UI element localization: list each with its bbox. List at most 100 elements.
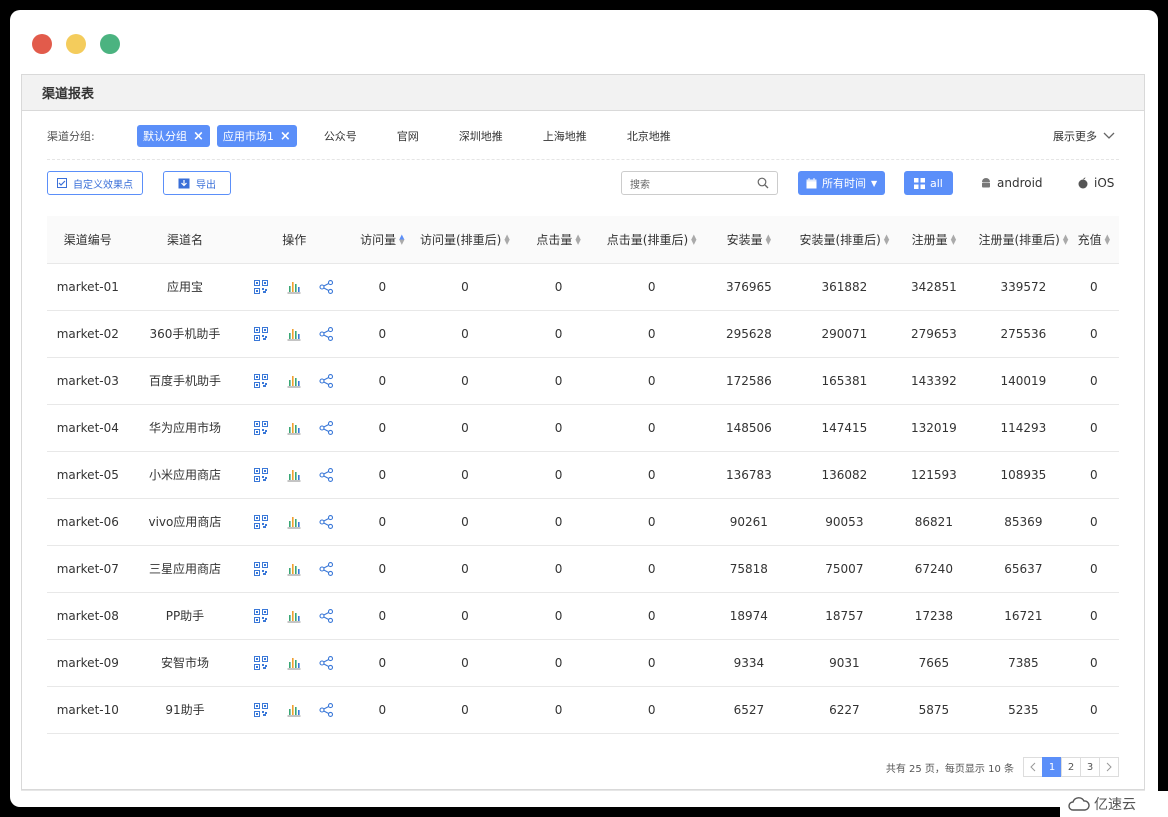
cell-recharge: 0 — [1068, 592, 1119, 640]
sort-icon[interactable]: ▲ ▼ — [1105, 234, 1110, 246]
cell-channel-id: market-03 — [47, 357, 129, 405]
maximize-window-button[interactable] — [100, 34, 120, 54]
qrcode-icon[interactable] — [254, 279, 269, 294]
bar-chart-icon[interactable] — [287, 468, 301, 482]
show-more-button[interactable]: 展示更多 — [1053, 124, 1115, 148]
download-icon — [178, 178, 190, 188]
qrcode-icon[interactable] — [254, 561, 269, 576]
cell-clicks-dedup: 0 — [604, 404, 699, 452]
share-icon[interactable] — [319, 608, 334, 623]
table-row: market-08 PP助手 0 0 0 0 18974 18757 17238 16721 0 — [47, 592, 1119, 640]
share-icon[interactable] — [319, 279, 334, 294]
col-header-label: 访问量(排重后) — [420, 232, 502, 247]
sort-icon[interactable]: ▲ ▼ — [951, 234, 956, 246]
cell-recharge: 0 — [1068, 404, 1119, 452]
qrcode-icon[interactable] — [254, 608, 269, 623]
group-option-website[interactable]: 官网 — [397, 128, 419, 144]
page-button-3[interactable]: 3 — [1080, 757, 1100, 777]
page-button-2[interactable]: 2 — [1061, 757, 1081, 777]
page-button-1[interactable]: 1 — [1042, 757, 1062, 777]
share-icon[interactable] — [319, 373, 334, 388]
bar-chart-icon[interactable] — [287, 562, 301, 576]
qrcode-icon[interactable] — [254, 467, 269, 482]
remove-tag-icon[interactable]: × — [280, 129, 291, 144]
cloud-logo-icon — [1068, 797, 1090, 811]
cell-visits: 0 — [347, 451, 418, 499]
sort-icon[interactable]: ▲ ▼ — [691, 234, 696, 246]
cell-channel-name: 华为应用市场 — [128, 404, 242, 452]
col-header-clicks-dedup[interactable]: 点击量(排重后) ▲ ▼ — [604, 216, 699, 264]
minimize-window-button[interactable] — [66, 34, 86, 54]
col-header-clicks[interactable]: 点击量 ▲ ▼ — [512, 216, 605, 264]
search-icon[interactable] — [757, 177, 769, 189]
prev-page-button[interactable] — [1023, 757, 1043, 777]
col-header-recharge[interactable]: 充值 ▲ ▼ — [1068, 216, 1119, 264]
cell-clicks-dedup: 0 — [604, 310, 699, 358]
cell-channel-id: market-02 — [47, 310, 129, 358]
sort-icon[interactable]: ▲ ▼ — [1063, 234, 1068, 246]
cell-regs: 17238 — [889, 592, 979, 640]
cell-clicks: 0 — [512, 545, 605, 593]
cell-recharge: 0 — [1068, 451, 1119, 499]
cell-visits-dedup: 0 — [417, 686, 513, 734]
col-header-regs-dedup[interactable]: 注册量(排重后) ▲ ▼ — [978, 216, 1069, 264]
bar-chart-icon[interactable] — [287, 609, 301, 623]
bar-chart-icon[interactable] — [287, 421, 301, 435]
share-icon[interactable] — [319, 326, 334, 341]
cell-installs: 295628 — [698, 310, 800, 358]
report-panel: 渠道报表 渠道分组: 默认分组 × 应用市场1 × 公众号 官网 深圳地推 上海… — [21, 74, 1145, 790]
qrcode-icon[interactable] — [254, 655, 269, 670]
sort-icon[interactable]: ▲ ▼ — [504, 234, 509, 246]
next-page-button[interactable] — [1099, 757, 1119, 777]
close-window-button[interactable] — [32, 34, 52, 54]
bar-chart-icon[interactable] — [287, 280, 301, 294]
custom-effect-button[interactable]: 自定义效果点 — [47, 171, 143, 195]
qrcode-icon[interactable] — [254, 702, 269, 717]
bar-chart-icon[interactable] — [287, 656, 301, 670]
sort-icon[interactable]: ▲ ▼ — [575, 234, 580, 246]
platform-ios-button[interactable]: iOS — [1078, 171, 1114, 195]
share-icon[interactable] — [319, 561, 334, 576]
cell-regs: 279653 — [889, 310, 979, 358]
col-header-installs-dedup[interactable]: 安装量(排重后) ▲ ▼ — [799, 216, 890, 264]
export-button[interactable]: 导出 — [163, 171, 231, 195]
remove-tag-icon[interactable]: × — [193, 129, 204, 144]
col-header-installs[interactable]: 安装量 ▲ ▼ — [698, 216, 800, 264]
col-header-visits-dedup[interactable]: 访问量(排重后) ▲ ▼ — [417, 216, 513, 264]
col-header-visits[interactable]: 访问量 ▲ ▼ — [347, 216, 418, 264]
group-option-wechat[interactable]: 公众号 — [324, 128, 357, 144]
sort-icon[interactable]: ▲ ▼ — [884, 234, 889, 246]
qrcode-icon[interactable] — [254, 373, 269, 388]
group-option-beijing[interactable]: 北京地推 — [627, 128, 671, 144]
share-icon[interactable] — [319, 420, 334, 435]
sort-icon[interactable]: ▲ ▼ — [399, 234, 404, 246]
share-icon[interactable] — [319, 655, 334, 670]
bar-chart-icon[interactable] — [287, 515, 301, 529]
sort-icon[interactable]: ▲ ▼ — [766, 234, 771, 246]
share-icon[interactable] — [319, 514, 334, 529]
search-input[interactable]: 搜索 — [621, 171, 778, 195]
col-header-regs[interactable]: 注册量 ▲ ▼ — [889, 216, 979, 264]
cell-channel-id: market-10 — [47, 686, 129, 734]
group-tag-default[interactable]: 默认分组 × — [137, 125, 210, 147]
qrcode-icon[interactable] — [254, 326, 269, 341]
qrcode-icon[interactable] — [254, 514, 269, 529]
time-range-dropdown[interactable]: 所有时间 ▼ — [798, 171, 886, 195]
bar-chart-icon[interactable] — [287, 374, 301, 388]
platform-android-button[interactable]: android — [981, 171, 1043, 195]
bar-chart-icon[interactable] — [287, 703, 301, 717]
platform-all-button[interactable]: all — [904, 171, 953, 195]
group-option-shanghai[interactable]: 上海地推 — [543, 128, 587, 144]
channel-report-table: 渠道编号 渠道名 操作 访问量 ▲ ▼ 访问量(排重后) ▲ ▼ 点击量 ▲ ▼ 点击量(排… — [47, 216, 1119, 734]
share-icon[interactable] — [319, 467, 334, 482]
cell-installs: 75818 — [698, 545, 800, 593]
cell-visits: 0 — [347, 310, 418, 358]
share-icon[interactable] — [319, 702, 334, 717]
cell-clicks: 0 — [512, 357, 605, 405]
qrcode-icon[interactable] — [254, 420, 269, 435]
group-tag-app-market[interactable]: 应用市场1 × — [216, 125, 297, 147]
bar-chart-icon[interactable] — [287, 327, 301, 341]
platform-android-label: android — [997, 176, 1043, 190]
group-option-shenzhen[interactable]: 深圳地推 — [459, 128, 503, 144]
cell-visits: 0 — [347, 357, 418, 405]
